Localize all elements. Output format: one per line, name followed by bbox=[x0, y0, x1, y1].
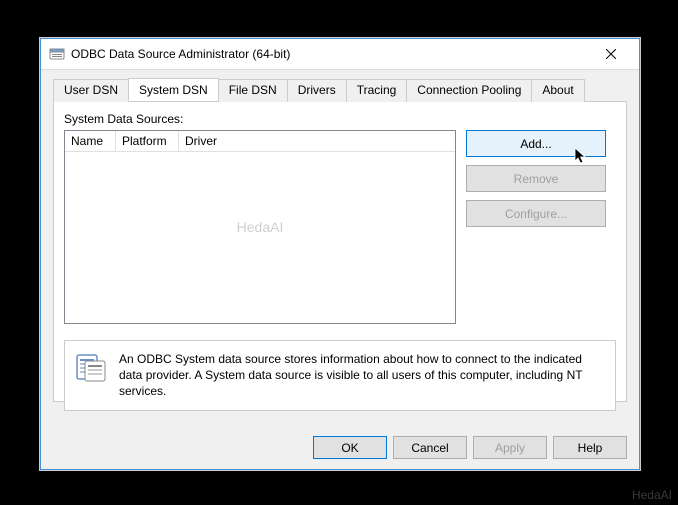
cancel-button[interactable]: Cancel bbox=[393, 436, 467, 459]
page-watermark: HedaAI bbox=[632, 488, 672, 502]
window-title: ODBC Data Source Administrator (64-bit) bbox=[71, 47, 591, 61]
close-icon bbox=[606, 49, 616, 59]
data-sources-list[interactable]: Name Platform Driver HedaAI bbox=[64, 130, 456, 324]
tab-connection-pooling[interactable]: Connection Pooling bbox=[406, 79, 532, 102]
apply-button: Apply bbox=[473, 436, 547, 459]
tab-strip: User DSN System DSN File DSN Drivers Tra… bbox=[53, 78, 627, 102]
odbc-admin-window: ODBC Data Source Administrator (64-bit) … bbox=[40, 38, 640, 470]
client-area: User DSN System DSN File DSN Drivers Tra… bbox=[41, 70, 639, 469]
dialog-buttons: OK Cancel Apply Help bbox=[313, 436, 627, 459]
watermark: HedaAI bbox=[237, 219, 284, 235]
side-buttons: Add... Remove Configure... bbox=[466, 130, 606, 324]
tab-user-dsn[interactable]: User DSN bbox=[53, 79, 129, 102]
ok-button[interactable]: OK bbox=[313, 436, 387, 459]
column-platform[interactable]: Platform bbox=[116, 131, 179, 151]
close-button[interactable] bbox=[591, 40, 631, 68]
info-text: An ODBC System data source stores inform… bbox=[119, 351, 605, 400]
column-name[interactable]: Name bbox=[65, 131, 116, 151]
tab-tracing[interactable]: Tracing bbox=[346, 79, 408, 102]
tab-file-dsn[interactable]: File DSN bbox=[218, 79, 288, 102]
list-headers: Name Platform Driver bbox=[65, 131, 455, 152]
titlebar[interactable]: ODBC Data Source Administrator (64-bit) bbox=[41, 39, 639, 70]
tab-drivers[interactable]: Drivers bbox=[287, 79, 347, 102]
remove-button: Remove bbox=[466, 165, 606, 192]
system-dsn-page: System Data Sources: Name Platform Drive… bbox=[53, 102, 627, 402]
app-icon bbox=[49, 46, 65, 62]
info-box: An ODBC System data source stores inform… bbox=[64, 340, 616, 411]
column-driver[interactable]: Driver bbox=[179, 131, 455, 151]
help-button[interactable]: Help bbox=[553, 436, 627, 459]
database-icon bbox=[75, 351, 107, 386]
tab-about[interactable]: About bbox=[531, 79, 584, 102]
data-sources-label: System Data Sources: bbox=[64, 112, 616, 126]
add-button[interactable]: Add... bbox=[466, 130, 606, 157]
tab-system-dsn[interactable]: System DSN bbox=[128, 78, 219, 101]
configure-button: Configure... bbox=[466, 200, 606, 227]
